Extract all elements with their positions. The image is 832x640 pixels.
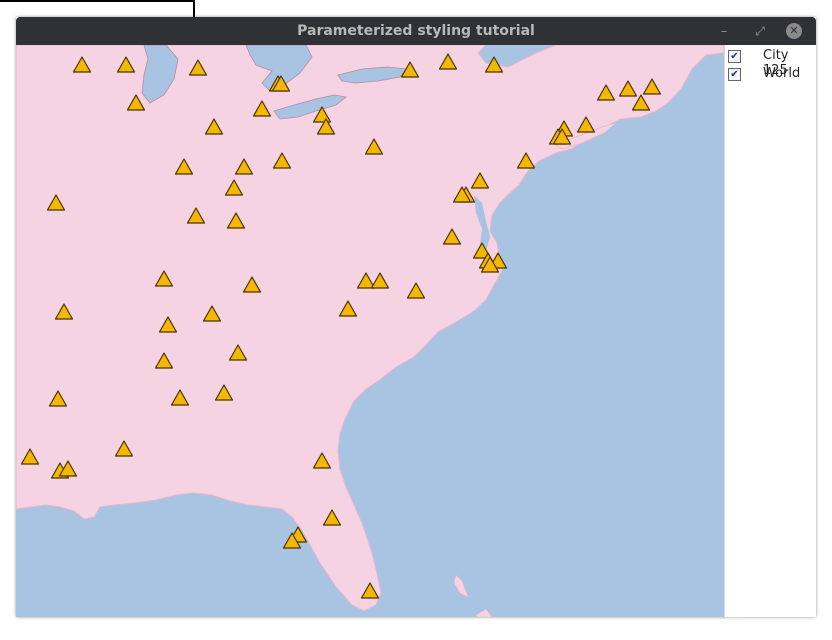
layer-world-label: World bbox=[763, 66, 801, 81]
island bbox=[453, 574, 469, 598]
layer-row-city[interactable]: ✔ City 125 bbox=[725, 47, 816, 78]
island bbox=[475, 608, 493, 617]
app-window: Parameterized styling tutorial – ⤢ ✕ ✔ C… bbox=[16, 17, 816, 617]
maximize-button[interactable]: ⤢ bbox=[752, 23, 768, 39]
map-svg bbox=[16, 45, 724, 617]
layer-city-checkbox[interactable]: ✔ bbox=[728, 50, 741, 63]
minimize-button[interactable]: – bbox=[716, 23, 732, 39]
map-canvas[interactable] bbox=[16, 45, 724, 617]
title-bar[interactable]: Parameterized styling tutorial – ⤢ ✕ bbox=[16, 17, 816, 45]
land-region bbox=[16, 45, 724, 612]
layers-panel: ✔ City 125 ✔ World bbox=[724, 45, 816, 617]
close-button[interactable]: ✕ bbox=[786, 23, 802, 39]
layer-world-checkbox[interactable]: ✔ bbox=[728, 68, 741, 81]
layer-row-world[interactable]: ✔ World bbox=[725, 65, 816, 83]
window-title: Parameterized styling tutorial bbox=[297, 23, 535, 39]
